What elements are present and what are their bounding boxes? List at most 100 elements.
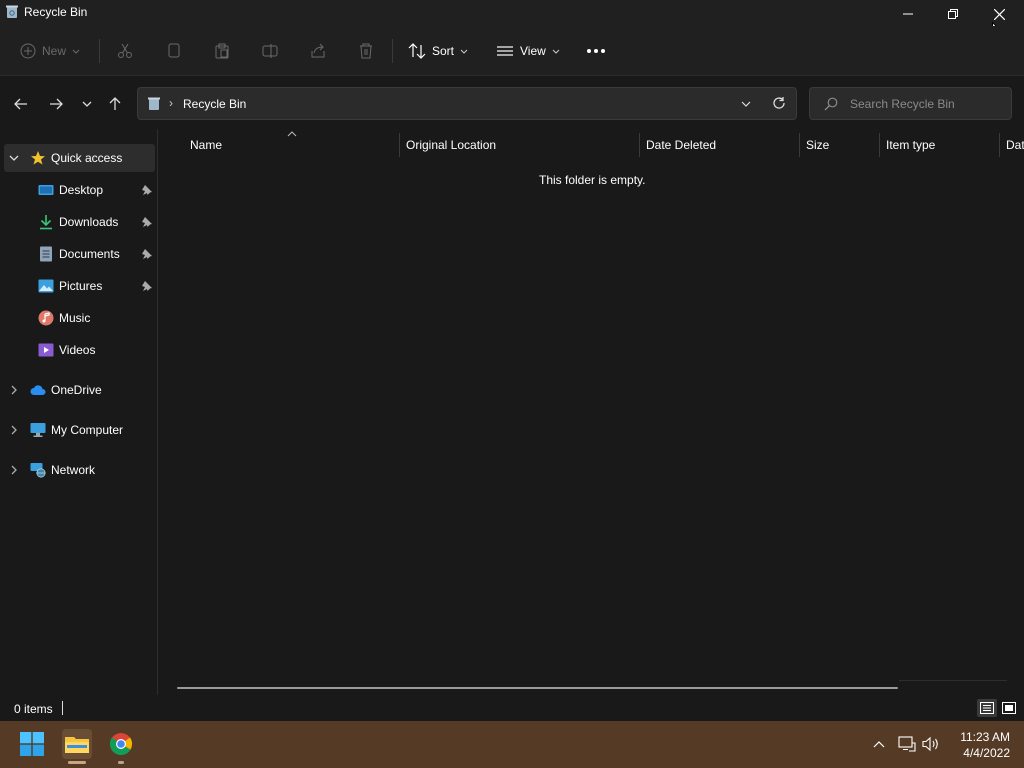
restore-button[interactable] [930,0,976,28]
pin-icon[interactable] [141,184,153,196]
sidebar-item-my-computer[interactable]: My Computer [4,416,155,444]
minimize-button[interactable] [885,0,931,28]
more-options-icon [587,49,605,53]
network-icon [30,463,46,478]
cut-icon [118,43,132,58]
speaker-icon [922,736,938,752]
arrow-up-icon [109,97,121,110]
chevron-down-icon[interactable] [8,152,20,164]
copy-icon [168,43,180,58]
music-icon [38,310,54,326]
column-header-date-deleted[interactable]: Date Deleted [646,129,716,161]
up-button[interactable] [105,94,125,114]
column-header-size[interactable]: Size [806,129,829,161]
arrow-right-icon [50,98,63,110]
back-button[interactable] [11,94,31,114]
search-box[interactable] [809,87,1012,120]
chevron-down-icon [460,49,468,54]
sidebar-item-downloads[interactable]: Downloads [4,208,155,236]
minimize-icon [903,13,913,15]
status-bar: 0 items [0,695,1024,721]
column-divider[interactable] [879,133,880,157]
scrollbar-track [899,680,1007,681]
desktop-icon [38,185,54,195]
start-button[interactable] [17,729,47,759]
column-header-item-type[interactable]: Item type [886,129,935,161]
horizontal-scrollbar[interactable] [177,687,898,689]
sidebar-item-label: Music [59,311,91,325]
view-icon [497,46,513,56]
pin-icon[interactable] [141,216,153,228]
view-button[interactable]: View [496,38,560,64]
file-explorer-icon [65,737,89,753]
download-arrow-icon [40,215,52,230]
sort-ascending-icon [287,131,297,137]
search-icon [824,97,838,111]
sidebar-item-onedrive[interactable]: OneDrive [4,376,155,404]
breadcrumb-item[interactable]: Recycle Bin [183,97,246,111]
chevron-right-icon[interactable] [8,464,20,476]
sidebar-item-music[interactable]: Music [4,304,155,332]
sidebar-item-quick-access[interactable]: Quick access [4,144,155,172]
column-header-name[interactable]: Name [190,129,222,161]
sidebar-item-pictures[interactable]: Pictures [4,272,155,300]
taskbar-chrome[interactable] [106,729,136,759]
toolbar-divider [99,39,100,63]
sidebar-item-network[interactable]: Network [4,456,155,484]
rename-button[interactable] [262,38,278,64]
pin-icon[interactable] [141,248,153,260]
large-icons-view-button[interactable] [999,699,1019,717]
address-bar[interactable]: › Recycle Bin [137,87,797,120]
cut-button[interactable] [117,38,133,64]
column-divider[interactable] [799,133,800,157]
share-button[interactable] [310,38,326,64]
sort-button[interactable]: Sort [408,38,468,64]
window-title: Recycle Bin [24,5,88,19]
sidebar-item-documents[interactable]: Documents [4,240,155,268]
chevron-down-icon[interactable] [740,98,752,110]
new-button[interactable]: New [20,38,80,64]
toolbar-divider [392,39,393,63]
network-status-button[interactable] [897,734,917,754]
chevron-right-icon[interactable] [8,424,20,436]
sidebar-item-label: Network [51,463,96,477]
chevron-right-icon[interactable] [8,384,20,396]
details-view-icon [980,702,994,714]
large-icons-view-icon [1002,702,1016,714]
column-header-original-location[interactable]: Original Location [406,129,496,161]
column-divider[interactable] [639,133,640,157]
see-more-button[interactable] [586,38,606,64]
show-hidden-icons-button[interactable] [869,734,889,754]
taskbar-file-explorer[interactable] [62,729,92,759]
copy-button[interactable] [166,38,182,64]
sidebar-item-label: Desktop [59,183,104,197]
video-icon [38,343,54,357]
delete-button[interactable] [358,38,374,64]
chevron-down-icon [72,49,80,54]
network-icon [898,736,916,752]
taskbar: 11:23 AM 4/4/2022 [0,721,1024,768]
recycle-bin-icon [6,5,18,18]
refresh-icon[interactable] [772,96,786,110]
volume-button[interactable] [921,734,941,754]
paste-icon [215,43,229,59]
file-list: Name Original Location Date Deleted Size… [159,129,1024,695]
close-icon [993,8,1005,20]
column-divider[interactable] [999,133,1000,157]
sidebar-item-desktop[interactable]: Desktop [4,176,155,204]
search-input[interactable] [850,95,1006,113]
taskbar-clock[interactable]: 11:23 AM 4/4/2022 [952,729,1010,761]
picture-icon [38,279,54,293]
pin-icon[interactable] [141,280,153,292]
recent-locations-button[interactable] [77,94,97,114]
delete-icon [360,43,372,59]
paste-button[interactable] [214,38,230,64]
star-icon [31,151,45,165]
column-header-date-modified[interactable]: Dat [1006,129,1024,161]
details-view-button[interactable] [977,699,997,717]
sidebar-item-videos[interactable]: Videos [4,336,155,364]
view-button-label: View [520,44,546,58]
forward-button[interactable] [46,94,66,114]
document-icon [40,246,52,262]
column-divider[interactable] [399,133,400,157]
